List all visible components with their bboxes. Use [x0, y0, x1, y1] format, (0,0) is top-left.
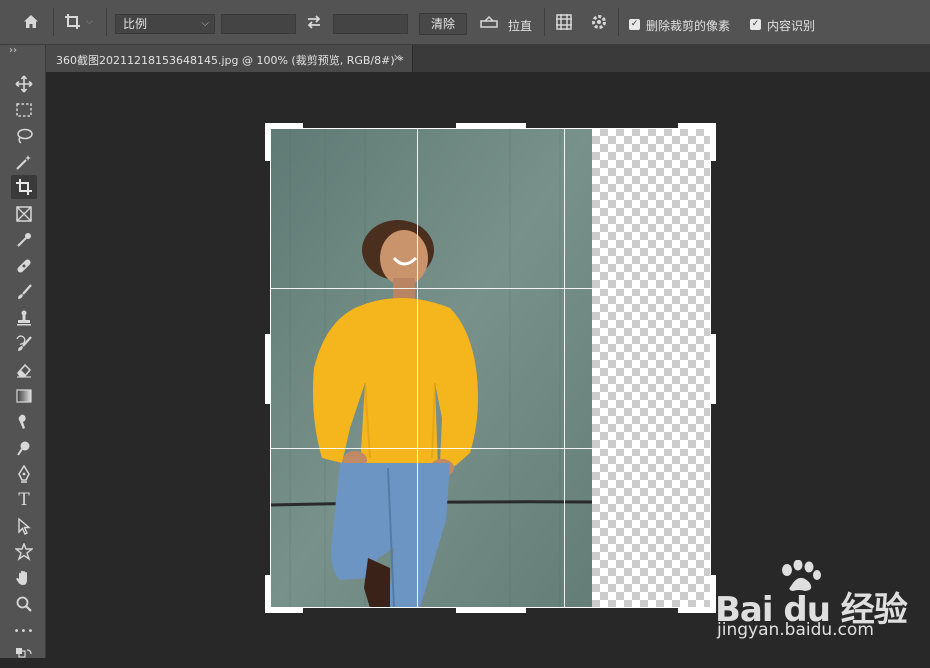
straighten-icon[interactable] — [478, 11, 500, 33]
grid-line — [270, 288, 711, 289]
height-field[interactable] — [333, 14, 408, 34]
grid-line — [417, 128, 418, 608]
ratio-select-value: 比例 — [123, 17, 148, 31]
collapse-panel-icon[interactable]: ›› — [9, 45, 17, 56]
crop-handle-bottom[interactable] — [456, 607, 526, 613]
separator — [544, 8, 545, 36]
options-bar: ⌵ 比例 ⌵ 清除 拉直 ✓ 删除裁剪的像素 ✓ 内容识别 — [0, 0, 930, 45]
gear-icon[interactable] — [588, 11, 610, 33]
width-field[interactable] — [221, 14, 296, 34]
baidu-jingyan-watermark: Bai du 经验 jingyan.baidu.com — [715, 560, 925, 650]
watermark-url: jingyan.baidu.com — [717, 620, 874, 640]
crop-handle-bottom-left[interactable] — [265, 575, 271, 613]
crop-handle-top-right[interactable] — [710, 123, 716, 161]
content-aware-label[interactable]: 内容识别 — [767, 17, 815, 34]
clear-button[interactable]: 清除 — [419, 13, 467, 35]
type-tool-icon[interactable]: T — [11, 488, 37, 512]
delete-cropped-pixels-checkbox[interactable]: ✓ — [629, 19, 640, 30]
grid-line — [564, 128, 565, 608]
grid-overlay-icon[interactable] — [553, 11, 575, 33]
tool-preset-chevron-icon[interactable]: ⌵ — [86, 17, 93, 27]
ratio-select[interactable]: 比例 ⌵ — [115, 14, 215, 34]
crop-handle-right[interactable] — [710, 334, 716, 404]
pen-tool-icon[interactable] — [11, 462, 37, 486]
close-icon[interactable]: × — [393, 51, 402, 64]
delete-cropped-pixels-label[interactable]: 删除裁剪的像素 — [646, 17, 730, 34]
healing-brush-tool-icon[interactable] — [11, 254, 37, 278]
crop-tool-icon[interactable] — [11, 175, 37, 199]
eraser-tool-icon[interactable] — [11, 358, 37, 382]
content-aware-checkbox[interactable]: ✓ — [750, 19, 761, 30]
document-tab[interactable]: 360截图20211218153648145.jpg @ 100% (裁剪预览,… — [46, 45, 413, 72]
history-brush-tool-icon[interactable] — [11, 332, 37, 356]
crop-handle-top[interactable] — [456, 123, 526, 129]
dodge-tool-icon[interactable] — [11, 436, 37, 460]
crop-handle-left[interactable] — [265, 334, 271, 404]
gradient-tool-icon[interactable] — [11, 384, 37, 408]
home-icon[interactable] — [20, 11, 42, 33]
swap-arrows-icon[interactable] — [303, 11, 325, 33]
path-selection-tool-icon[interactable] — [11, 514, 37, 538]
lasso-tool-icon[interactable] — [11, 124, 37, 148]
rect-marquee-tool-icon[interactable] — [11, 98, 37, 122]
grid-line — [270, 448, 711, 449]
custom-shape-tool-icon[interactable] — [11, 540, 37, 564]
hand-tool-icon[interactable] — [11, 566, 37, 590]
clone-stamp-tool-icon[interactable] — [11, 306, 37, 330]
smudge-tool-icon[interactable] — [11, 410, 37, 434]
eyedropper-tool-icon[interactable] — [11, 228, 37, 252]
separator — [618, 8, 619, 36]
crop-handle-top-left[interactable] — [265, 123, 271, 161]
magic-wand-tool-icon[interactable] — [11, 150, 37, 174]
crop-icon[interactable] — [62, 11, 84, 33]
frame-tool-icon[interactable] — [11, 202, 37, 226]
zoom-tool-icon[interactable] — [11, 592, 37, 616]
separator — [106, 8, 107, 36]
default-colors-icon[interactable] — [11, 644, 37, 668]
straighten-label[interactable]: 拉直 — [508, 17, 532, 34]
more-tools-icon[interactable]: ••• — [11, 619, 37, 643]
document-tab-title: 360截图20211218153648145.jpg @ 100% (裁剪预览,… — [56, 54, 404, 67]
crop-border — [270, 128, 711, 608]
chevron-down-icon: ⌵ — [201, 18, 209, 29]
document-tab-bar: 360截图20211218153648145.jpg @ 100% (裁剪预览,… — [0, 45, 930, 72]
crop-frame[interactable] — [265, 123, 716, 613]
separator — [53, 8, 54, 36]
move-tool-icon[interactable] — [11, 72, 37, 96]
brush-tool-icon[interactable] — [11, 280, 37, 304]
tools-panel: ›› T ••• — [0, 45, 46, 658]
